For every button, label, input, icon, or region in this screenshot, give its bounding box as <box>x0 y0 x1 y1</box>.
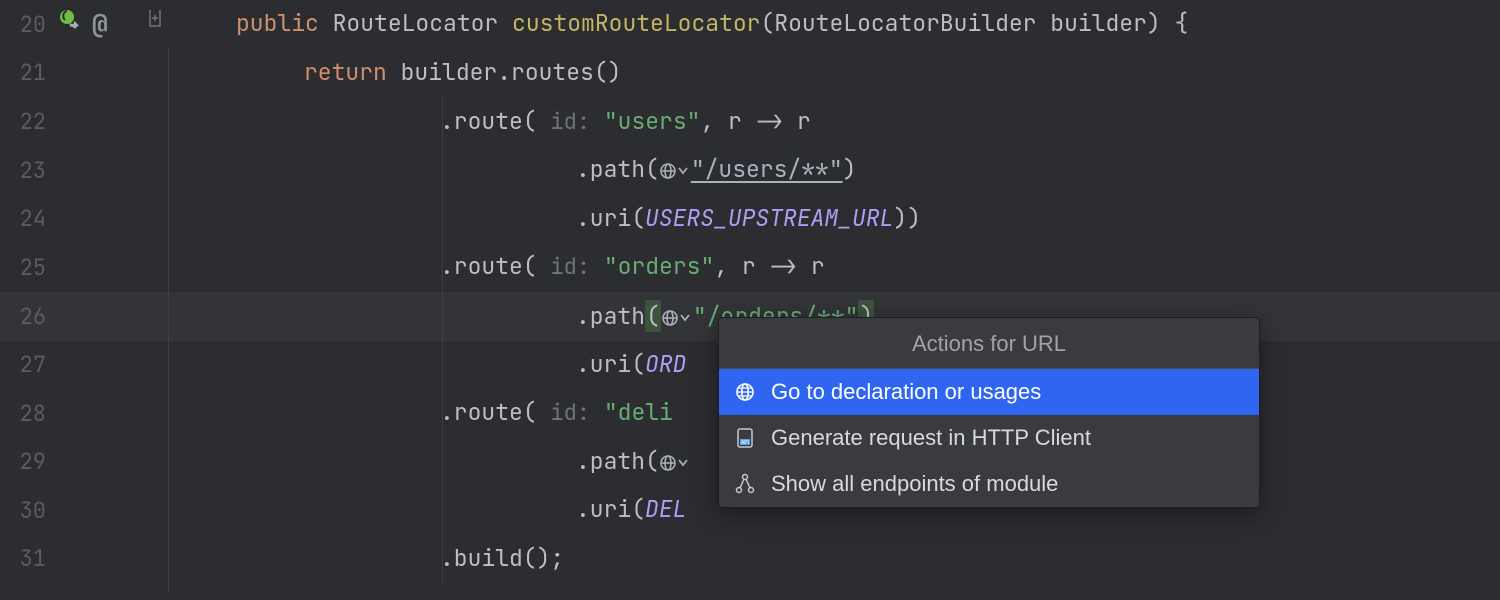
api-file-icon: API <box>733 427 757 449</box>
globe-dropdown-icon[interactable] <box>661 309 691 327</box>
bean-gutter-icon[interactable] <box>56 8 80 39</box>
code-line: .path("/users/**") <box>576 154 856 184</box>
annotation-gutter-icon[interactable]: @ <box>92 6 108 41</box>
globe-dropdown-icon[interactable] <box>659 162 689 180</box>
code-line: .route( id: "deli <box>440 397 673 427</box>
code-editor[interactable]: 20 21 22 23 24 25 26 27 28 29 30 31 @ pu… <box>0 0 1500 600</box>
globe-icon <box>733 381 757 403</box>
code-line: .uri(DEL <box>576 494 686 524</box>
url-literal[interactable]: "/users/**" <box>691 154 843 184</box>
code-line: .uri(USERS_UPSTREAM_URL)) <box>576 203 921 233</box>
code-line: return builder.routes() <box>304 57 621 87</box>
line-number: 22 <box>10 107 46 136</box>
actions-popup: Actions for URL Go to declaration or usa… <box>718 317 1260 508</box>
svg-text:API: API <box>741 440 749 446</box>
popup-item-show-endpoints[interactable]: Show all endpoints of module <box>719 461 1259 507</box>
line-number: 26 <box>10 302 46 331</box>
code-line: public RouteLocator customRouteLocator(R… <box>236 8 1188 38</box>
code-line: .uri(ORD <box>576 349 686 379</box>
popup-title: Actions for URL <box>719 318 1259 368</box>
line-number: 24 <box>10 204 46 233</box>
popup-item-goto-declaration[interactable]: Go to declaration or usages <box>719 369 1259 415</box>
code-line: .route( id: "users", r -> r <box>440 106 811 136</box>
indent-guide <box>168 48 169 592</box>
line-number: 28 <box>10 399 46 428</box>
popup-item-label: Generate request in HTTP Client <box>771 425 1091 451</box>
popup-item-label: Go to declaration or usages <box>771 379 1041 405</box>
popup-item-generate-http[interactable]: API Generate request in HTTP Client <box>719 415 1259 461</box>
line-number: 30 <box>10 496 46 525</box>
code-line: .path( <box>576 446 691 476</box>
popup-item-label: Show all endpoints of module <box>771 471 1058 497</box>
indent-guide <box>442 96 443 582</box>
line-number: 20 <box>10 10 46 39</box>
line-number: 25 <box>10 253 46 282</box>
code-line: .route( id: "orders", r -> r <box>440 251 825 281</box>
globe-dropdown-icon[interactable] <box>659 454 689 472</box>
fold-handle-icon[interactable] <box>144 6 166 36</box>
graph-icon <box>733 473 757 495</box>
line-number: 31 <box>10 544 46 573</box>
line-number: 23 <box>10 156 46 185</box>
line-number: 21 <box>10 58 46 87</box>
gutter: 20 21 22 23 24 25 26 27 28 29 30 31 @ <box>0 0 140 600</box>
line-number: 27 <box>10 350 46 379</box>
line-number: 29 <box>10 447 46 476</box>
code-line: .build(); <box>440 543 564 573</box>
